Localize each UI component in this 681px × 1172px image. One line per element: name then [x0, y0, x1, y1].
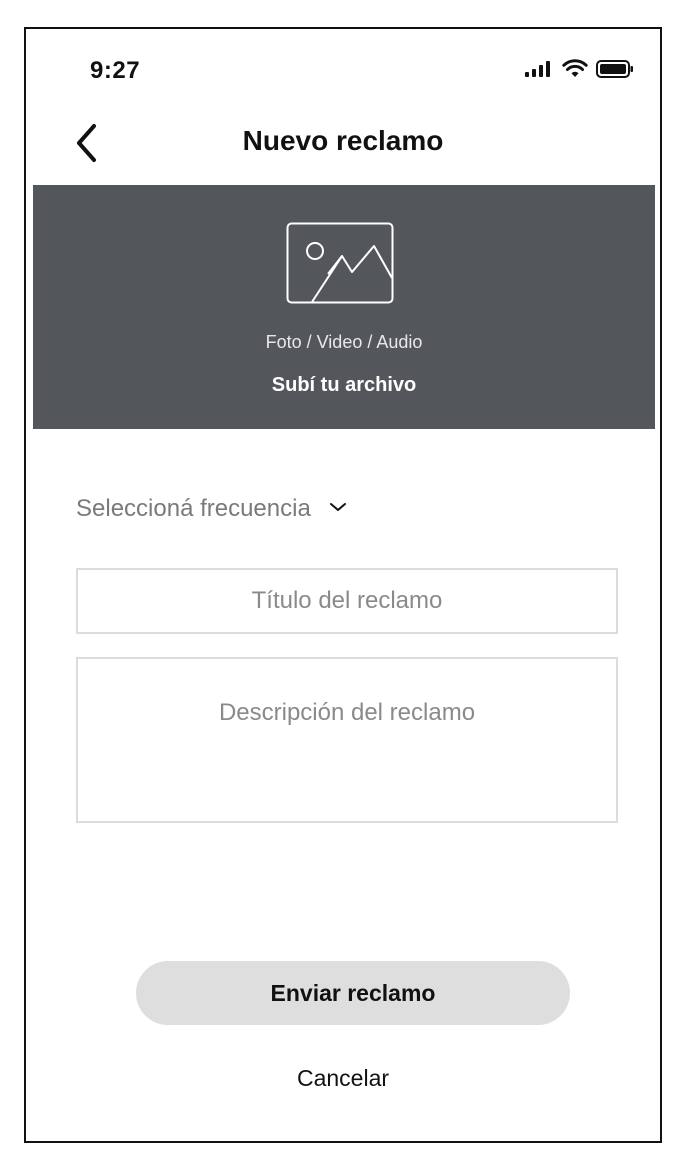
description-field[interactable]: Descripción del reclamo	[76, 657, 618, 823]
status-bar: 9:27	[26, 29, 660, 109]
title-field[interactable]: Título del reclamo	[76, 568, 618, 634]
submit-button-label: Enviar reclamo	[270, 979, 436, 1006]
status-icons	[524, 59, 634, 84]
frequency-select[interactable]: Seleccioná frecuencia	[76, 495, 347, 523]
upload-caption: Foto / Video / Audio	[265, 332, 423, 352]
phone-screen: 9:27 Nuevo reclamo Foto / Video / Audio …	[24, 27, 662, 1143]
submit-button[interactable]: Enviar reclamo	[136, 961, 570, 1025]
page-title: Nuevo reclamo	[242, 125, 444, 156]
status-time: 9:27	[90, 57, 141, 84]
cancel-button[interactable]: Cancelar	[26, 1065, 660, 1092]
wifi-icon	[562, 59, 588, 84]
nav-bar: Nuevo reclamo	[26, 109, 660, 183]
chevron-down-icon	[329, 500, 347, 518]
image-placeholder-icon	[286, 222, 394, 304]
battery-icon	[596, 60, 634, 83]
upload-button-label[interactable]: Subí tu archivo	[33, 374, 655, 397]
frequency-label: Seleccioná frecuencia	[76, 495, 311, 522]
upload-area[interactable]: Foto / Video / Audio Subí tu archivo	[33, 185, 655, 429]
cellular-signal-icon	[524, 60, 554, 83]
